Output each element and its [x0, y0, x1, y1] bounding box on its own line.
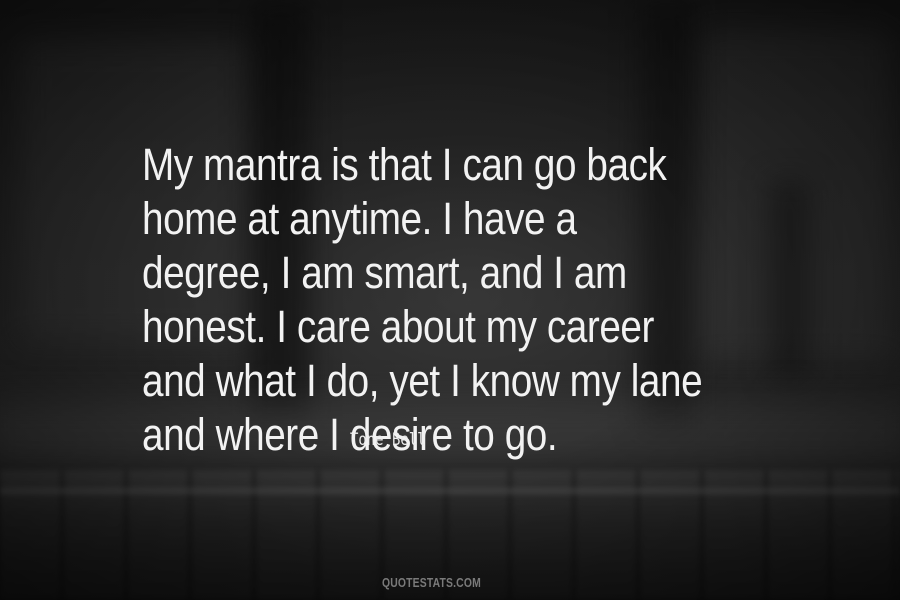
quote-line: My mantra is that I can go back [142, 139, 667, 190]
quote-text: My mantra is that I can go back home at … [142, 138, 727, 462]
quote-author: Tone Bell [350, 430, 426, 450]
quote-line: home at anytime. I have a [142, 193, 577, 244]
quote-line: and what I do, yet I know my lane [142, 355, 703, 406]
site-watermark: QUOTESTATS.COM [382, 575, 481, 590]
quote-line: honest. I care about my career [142, 301, 654, 352]
quote-card: My mantra is that I can go back home at … [0, 0, 900, 600]
quote-line: degree, I am smart, and I am [142, 247, 627, 298]
quote-line: and where I desire to go. [142, 409, 558, 460]
